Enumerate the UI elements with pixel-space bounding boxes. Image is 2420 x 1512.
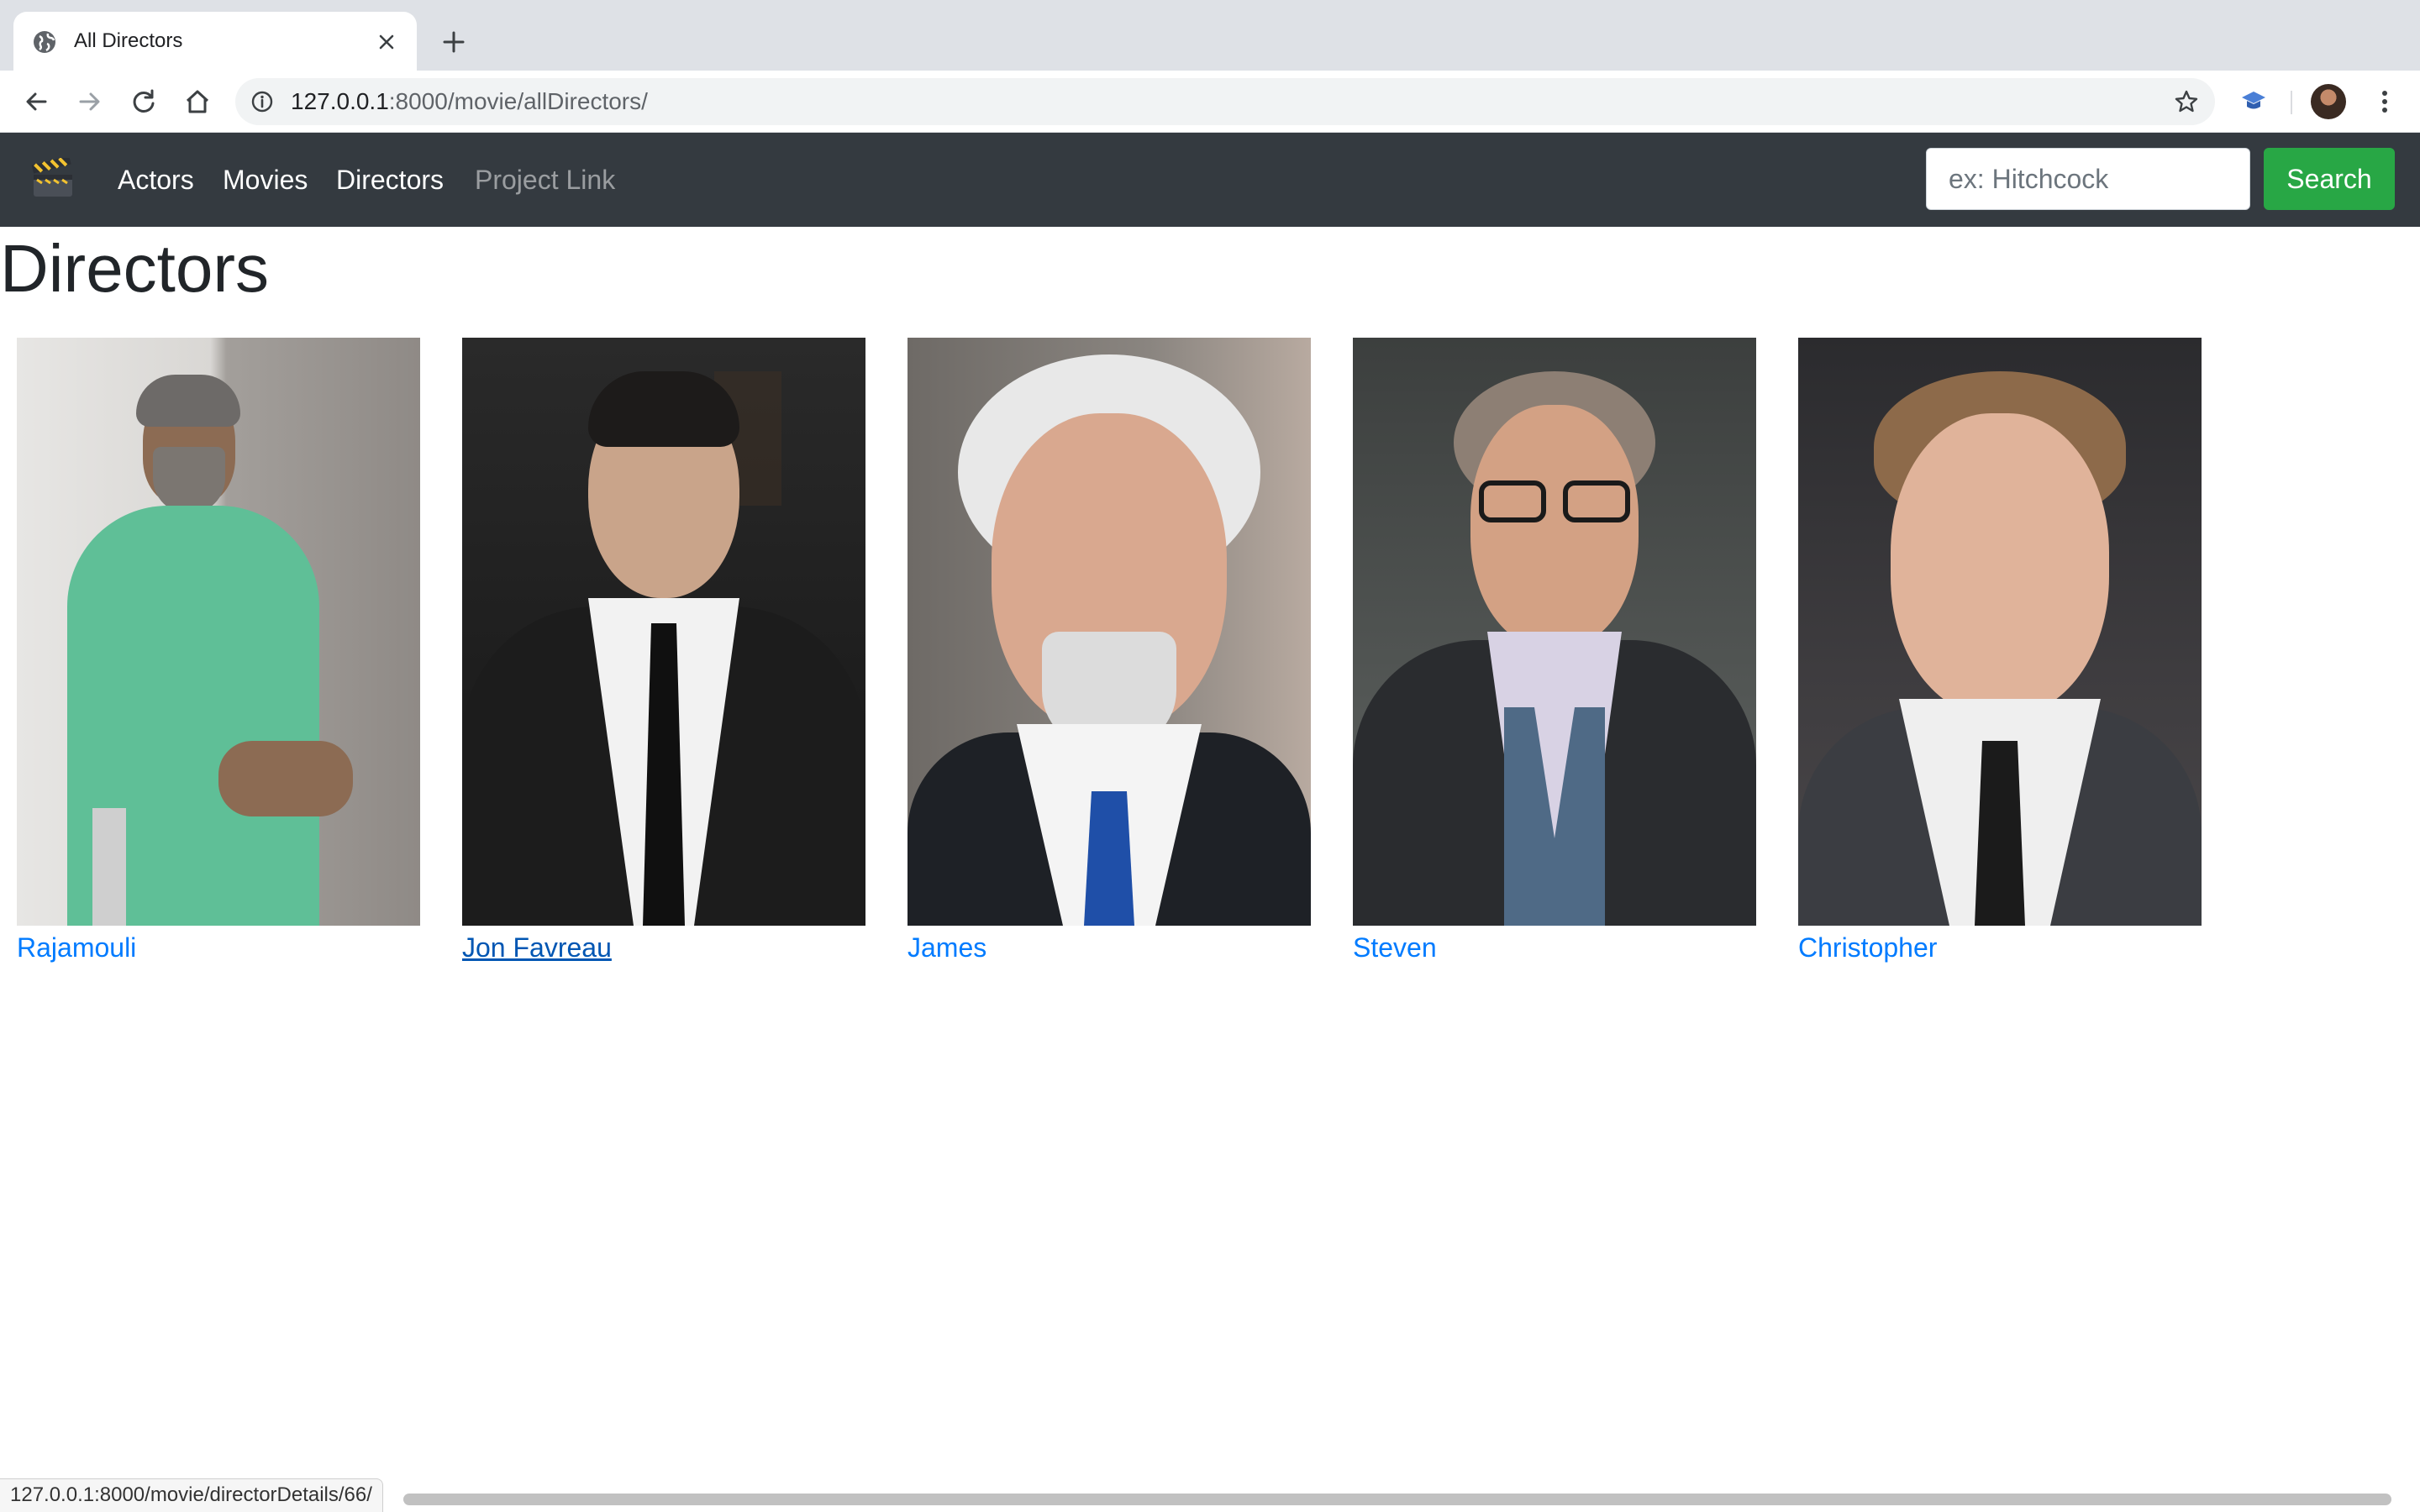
bookmark-star-icon[interactable]: [2173, 88, 2200, 115]
director-name-link[interactable]: James: [908, 931, 1311, 964]
url-host: 127.0.0.1: [291, 88, 389, 114]
home-icon[interactable]: [182, 86, 213, 118]
status-bar-url: 127.0.0.1:8000/movie/directorDetails/66/: [0, 1478, 383, 1512]
director-name-link[interactable]: Jon Favreau: [462, 931, 865, 964]
nav-link-project[interactable]: Project Link: [475, 163, 615, 197]
nav-link-directors[interactable]: Directors: [336, 163, 444, 197]
kebab-menu-icon[interactable]: [2370, 86, 2400, 118]
nav-link-actors[interactable]: Actors: [118, 163, 194, 197]
new-tab-plus-icon[interactable]: [439, 27, 469, 57]
browser-tab-strip: All Directors: [0, 0, 2420, 71]
director-card: Jon Favreau: [462, 338, 865, 964]
address-url: 127.0.0.1:8000/movie/allDirectors/: [291, 88, 648, 115]
url-path: :8000/movie/allDirectors/: [388, 88, 648, 114]
search-input[interactable]: [1926, 148, 2250, 210]
browser-tab[interactable]: All Directors: [13, 12, 417, 71]
director-card: Steven: [1353, 338, 1756, 964]
director-photo[interactable]: [908, 338, 1311, 926]
director-card: James: [908, 338, 1311, 964]
director-name-link[interactable]: Steven: [1353, 931, 1756, 964]
director-photo[interactable]: [1353, 338, 1756, 926]
graduation-cap-extension-icon[interactable]: [2238, 86, 2269, 116]
info-icon[interactable]: [250, 90, 274, 113]
address-bar[interactable]: 127.0.0.1:8000/movie/allDirectors/: [235, 78, 2215, 125]
close-icon[interactable]: [373, 29, 400, 55]
forward-arrow-icon[interactable]: [74, 86, 106, 118]
director-photo[interactable]: [17, 338, 420, 926]
director-card: Christopher: [1798, 338, 2202, 964]
browser-toolbar: 127.0.0.1:8000/movie/allDirectors/: [0, 71, 2420, 133]
reload-icon[interactable]: [128, 86, 160, 118]
director-name-link[interactable]: Christopher: [1798, 931, 2202, 964]
horizontal-scrollbar[interactable]: [403, 1494, 2391, 1505]
director-photo[interactable]: [462, 338, 865, 926]
globe-icon: [34, 31, 55, 53]
back-arrow-icon[interactable]: [20, 86, 52, 118]
site-navbar: Actors Movies Directors Project Link Sea…: [0, 133, 2420, 227]
director-card: Rajamouli: [17, 338, 420, 964]
search-button[interactable]: Search: [2264, 148, 2395, 210]
page-title: Directors: [0, 231, 270, 306]
tab-title: All Directors: [74, 29, 183, 52]
director-name-link[interactable]: Rajamouli: [17, 931, 420, 964]
nav-link-movies[interactable]: Movies: [223, 163, 308, 197]
profile-avatar[interactable]: [2311, 84, 2346, 119]
director-photo[interactable]: [1798, 338, 2202, 926]
clapperboard-icon[interactable]: [30, 158, 76, 200]
toolbar-divider: [2291, 91, 2292, 114]
